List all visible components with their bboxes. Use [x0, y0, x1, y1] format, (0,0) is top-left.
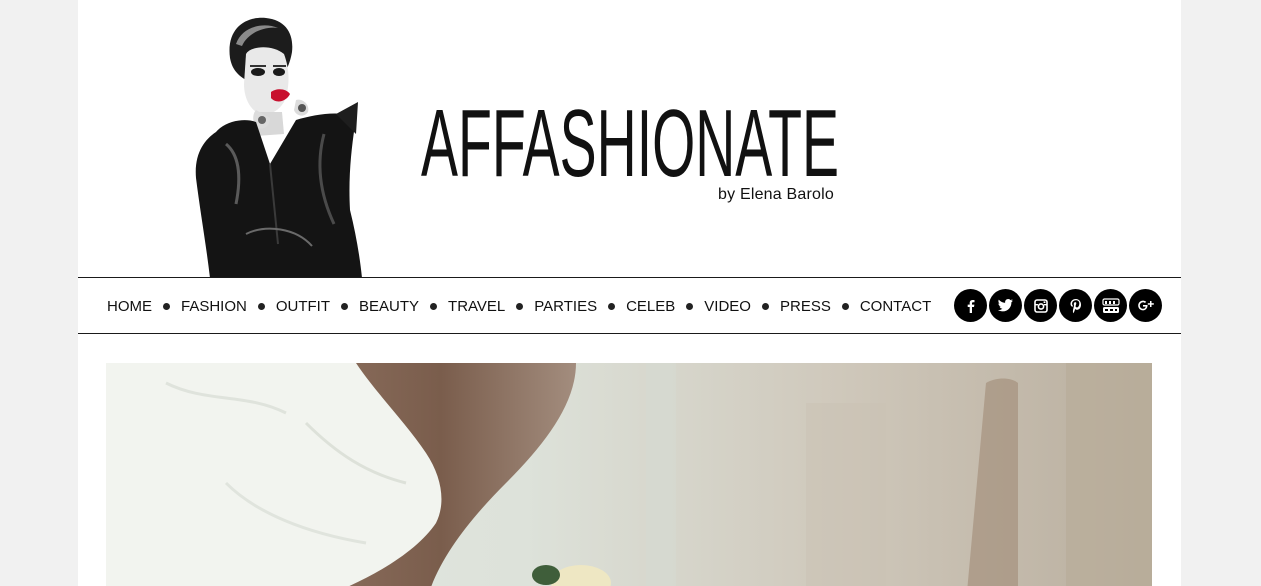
- nav-separator-dot: [841, 303, 849, 310]
- nav-separator-dot: [608, 303, 616, 310]
- google-plus-button[interactable]: [1129, 289, 1162, 322]
- pinterest-button[interactable]: [1059, 289, 1092, 322]
- featured-post-image[interactable]: [106, 363, 1152, 586]
- nav-separator-dot: [257, 303, 265, 310]
- youtube-button[interactable]: [1094, 289, 1127, 322]
- site-header: AFFASHIONATE by Elena Barolo: [78, 0, 1181, 278]
- logo-byline: by Elena Barolo: [718, 186, 834, 203]
- google-plus-icon: [1137, 300, 1154, 310]
- nav-item-home[interactable]: HOME: [107, 298, 152, 315]
- nav-separator-dot: [761, 303, 769, 310]
- nav-separator-dot: [163, 303, 170, 310]
- nav-separator-dot: [686, 303, 694, 310]
- facebook-button[interactable]: [954, 289, 987, 322]
- main-navigation: HOME FASHION OUTFIT BEAUTY TRAVEL PARTIE…: [78, 277, 1181, 334]
- nav-separator-dot: [516, 303, 524, 310]
- nav-item-celeb[interactable]: CELEB: [626, 298, 675, 315]
- nav-item-parties[interactable]: PARTIES: [534, 298, 597, 315]
- youtube-icon: [1101, 297, 1120, 313]
- model-illustration: [195, 17, 362, 278]
- nav-item-travel[interactable]: TRAVEL: [448, 298, 505, 315]
- nav-item-contact[interactable]: CONTACT: [860, 298, 931, 315]
- site-logo[interactable]: AFFASHIONATE: [421, 92, 841, 188]
- pinterest-icon: [1070, 298, 1081, 313]
- instagram-button[interactable]: [1024, 289, 1057, 322]
- nav-item-outfit[interactable]: OUTFIT: [276, 298, 330, 315]
- logo-wordmark: AFFASHIONATE: [421, 92, 839, 188]
- nav-item-video[interactable]: VIDEO: [704, 298, 751, 315]
- twitter-button[interactable]: [989, 289, 1022, 322]
- nav-separator-dot: [341, 303, 349, 310]
- nav-item-fashion[interactable]: FASHION: [181, 298, 247, 315]
- twitter-icon: [998, 299, 1013, 312]
- nav-menu: HOME FASHION OUTFIT BEAUTY TRAVEL PARTIE…: [107, 278, 931, 335]
- featured-photo: [106, 363, 1152, 586]
- nav-separator-dot: [430, 303, 438, 310]
- nav-item-press[interactable]: PRESS: [780, 298, 831, 315]
- page: AFFASHIONATE by Elena Barolo HOME FASHIO…: [78, 0, 1181, 586]
- nav-item-beauty[interactable]: BEAUTY: [359, 298, 419, 315]
- social-links: [954, 289, 1162, 322]
- instagram-icon: [1033, 298, 1048, 313]
- facebook-icon: [967, 299, 974, 313]
